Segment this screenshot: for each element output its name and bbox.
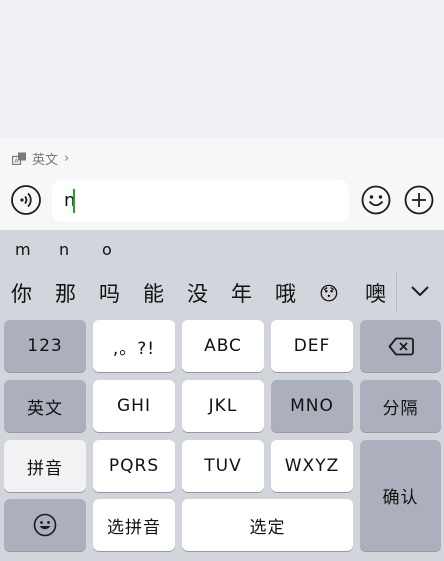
pinyin-option[interactable]: o [102,240,112,259]
select-key[interactable]: 选定 [182,499,353,551]
backspace-icon [388,337,414,355]
key-punctuation[interactable]: ,。?! [93,320,175,372]
key-english[interactable]: 英文 [4,380,86,432]
candidate[interactable]: 没 [187,281,208,307]
candidate[interactable]: 你 [11,281,32,307]
key-mno[interactable]: MNO [271,380,353,432]
candidate[interactable]: 哦 [275,281,296,307]
key-jkl[interactable]: JKL [182,380,264,432]
emoji-key[interactable] [4,499,86,551]
translate-toggle[interactable]: A 英文 › [12,150,70,168]
plus-icon [404,185,434,215]
key-pinyin[interactable]: 拼音 [4,440,86,492]
candidate[interactable]: 噢 [365,281,386,307]
backspace-key[interactable] [360,320,441,372]
key-tuv[interactable]: TUV [182,440,264,492]
voice-icon [11,185,41,215]
confirm-key[interactable]: 确认 [360,440,441,551]
key-123[interactable]: 123 [4,320,86,372]
chevron-right-icon: › [64,150,70,166]
pinyin-option[interactable]: n [59,240,69,259]
key-wxyz[interactable]: WXYZ [271,440,353,492]
candidate[interactable]: 吗 [99,281,120,307]
candidate[interactable]: 能 [143,281,164,307]
candidate-emoji[interactable]: 😯 [319,281,339,307]
candidate-divider [396,272,397,312]
more-button[interactable] [404,185,434,219]
select-pinyin-key[interactable]: 选拼音 [93,499,175,551]
chevron-down-icon [411,286,429,297]
key-pqrs[interactable]: PQRS [93,440,175,492]
text-cursor [73,189,75,213]
emoji-icon [361,185,391,215]
key-ghi[interactable]: GHI [93,380,175,432]
candidate[interactable]: 那 [55,281,76,307]
key-def[interactable]: DEF [271,320,353,372]
translate-icon: A [12,152,27,165]
translate-label: 英文 [32,152,59,168]
key-abc[interactable]: ABC [182,320,264,372]
message-input[interactable] [52,180,349,222]
emoji-button[interactable] [361,185,391,219]
key-segment[interactable]: 分隔 [360,380,441,432]
voice-button[interactable] [10,184,42,220]
content-area [0,0,444,138]
expand-candidates-button[interactable] [410,283,430,302]
smiley-icon [33,513,57,537]
pinyin-option[interactable]: m [15,240,31,259]
candidate[interactable]: 年 [231,281,252,307]
